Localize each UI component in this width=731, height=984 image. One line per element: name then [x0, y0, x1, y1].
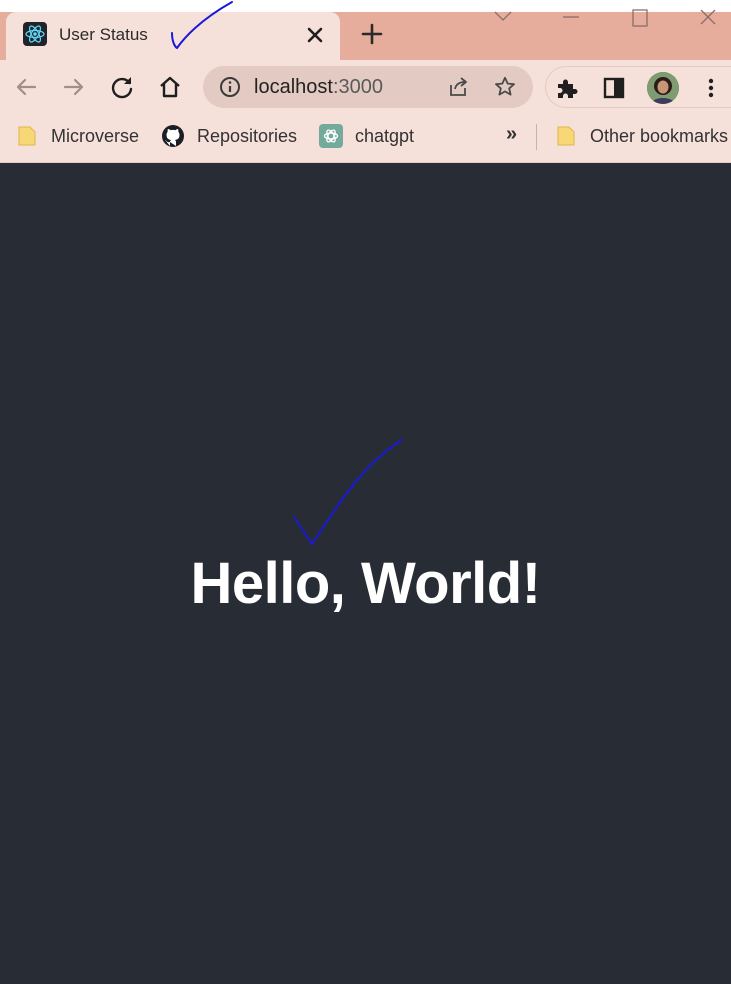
avatar-photo [647, 72, 679, 104]
new-tab-button[interactable] [358, 20, 386, 48]
page-content: Hello, World! [0, 163, 731, 984]
github-icon [162, 125, 184, 147]
bookmark-label: chatgpt [355, 125, 415, 146]
bookmark-label: Repositories [197, 125, 298, 146]
home-icon[interactable] [155, 72, 185, 102]
other-bookmarks[interactable]: Other bookmarks [554, 122, 728, 150]
close-tab-icon[interactable] [302, 22, 328, 48]
star-icon[interactable] [493, 75, 517, 99]
close-window-icon[interactable] [685, 0, 731, 34]
page-heading: Hello, World! [190, 551, 541, 616]
folder-icon [557, 126, 575, 146]
bookmark-chatgpt[interactable]: chatgpt [319, 122, 414, 150]
reload-icon[interactable] [107, 72, 137, 102]
maximize-icon[interactable] [617, 0, 663, 34]
share-icon[interactable] [446, 75, 470, 99]
bookmark-microverse[interactable]: Microverse [15, 122, 139, 150]
tab-title: User Status [59, 25, 148, 44]
info-icon[interactable] [218, 75, 242, 99]
tab-search-chevron-icon[interactable] [480, 0, 526, 34]
bookmark-label: Microverse [51, 125, 140, 146]
minimize-icon[interactable] [548, 0, 594, 34]
address-bar[interactable]: localhost:3000 [203, 66, 533, 108]
puzzle-icon[interactable] [554, 75, 580, 101]
forward-arrow-icon[interactable] [59, 72, 89, 102]
react-logo-icon [23, 22, 47, 46]
browser-toolbar: localhost:3000 [0, 60, 731, 114]
extensions-area [545, 66, 731, 108]
profile-avatar[interactable] [647, 72, 679, 104]
bookmarks-overflow-button[interactable]: » [506, 123, 517, 146]
kebab-menu-icon[interactable] [698, 75, 724, 101]
tab-strip: User Status [0, 0, 731, 60]
side-panel-icon[interactable] [601, 75, 627, 101]
back-arrow-icon[interactable] [11, 72, 41, 102]
url-host: localhost [254, 76, 333, 98]
url-text[interactable]: localhost:3000 [254, 76, 383, 99]
tab-user-status[interactable]: User Status [6, 12, 340, 60]
folder-icon [18, 126, 36, 146]
other-bookmarks-label: Other bookmarks [590, 125, 729, 146]
url-port: :3000 [332, 76, 383, 98]
chatgpt-icon [319, 124, 343, 148]
bookmark-repositories[interactable]: Repositories [161, 122, 297, 150]
bookmarks-bar: Microverse Repositories chatgpt » Other … [0, 114, 731, 163]
bookmarks-divider [536, 124, 537, 150]
